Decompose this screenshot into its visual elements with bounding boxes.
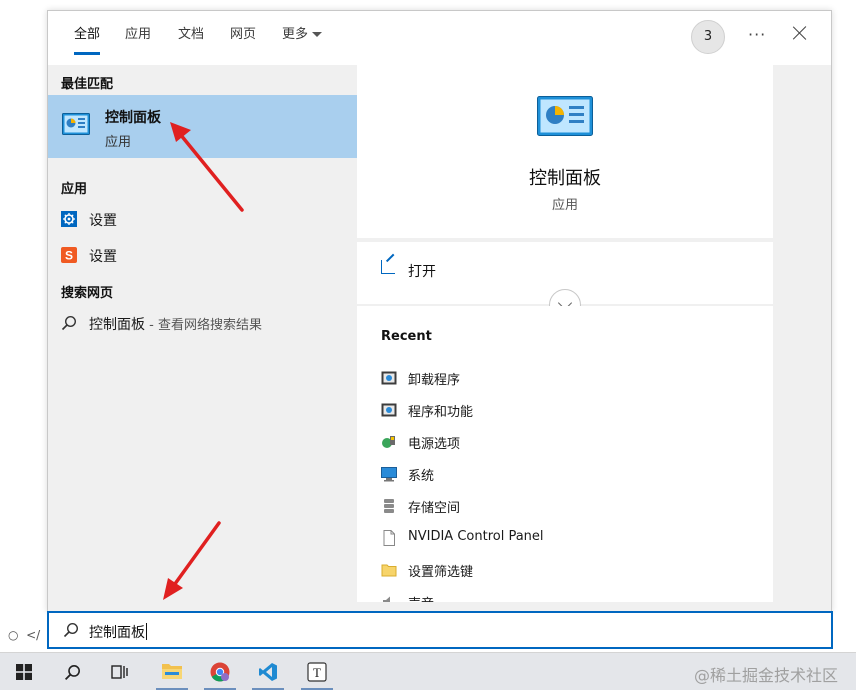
recent-item[interactable]: 卸载程序 — [381, 364, 761, 394]
gear-icon — [61, 211, 77, 227]
vscode-icon — [259, 663, 277, 681]
background-glyphs: ○ </ — [8, 628, 41, 642]
recent-item[interactable]: 存储空间 — [381, 492, 761, 522]
desktop-background — [0, 0, 48, 652]
rewards-badge[interactable]: 3 — [691, 20, 725, 54]
recent-item-label: 设置筛选键 — [408, 565, 474, 580]
text-caret — [146, 623, 147, 640]
web-result[interactable]: 控制面板 - 查看网络搜索结果 — [48, 306, 393, 340]
search-icon — [61, 315, 77, 331]
document-icon — [383, 530, 395, 546]
recent-section: Recent 卸载程序 程序和功能 电源选项 系统 存储空间 NVIDIA Co… — [357, 306, 773, 602]
power-options-icon — [382, 436, 395, 448]
chevron-down-icon — [312, 32, 323, 37]
results-list: 最佳匹配 控制面板 应用 应用 设置 S 设置 搜索网页 控制面板 - 查看网络… — [48, 65, 393, 613]
recent-item[interactable]: NVIDIA Control Panel — [381, 524, 761, 554]
tab-more-label: 更多 — [282, 27, 309, 42]
programs-icon — [381, 403, 397, 417]
recent-item-label: 电源选项 — [408, 437, 461, 452]
recent-item-label: 系统 — [408, 469, 435, 484]
tab-apps[interactable]: 应用 — [125, 11, 151, 65]
start-button[interactable] — [0, 653, 48, 690]
svg-text:T: T — [313, 665, 321, 680]
tab-all[interactable]: 全部 — [74, 11, 101, 65]
preview-subtitle: 应用 — [551, 198, 578, 213]
open-label: 打开 — [408, 264, 436, 280]
control-panel-icon — [537, 96, 593, 136]
recent-item[interactable]: 电源选项 — [381, 428, 761, 458]
folder-icon — [381, 564, 397, 577]
app-result-settings[interactable]: 设置 — [48, 202, 393, 236]
web-result-suffix: - 查看网络搜索结果 — [145, 318, 262, 333]
best-match-item[interactable]: 控制面板 应用 — [48, 95, 393, 158]
more-options-button[interactable]: ··· — [748, 25, 766, 44]
web-result-label: 控制面板 - 查看网络搜索结果 — [89, 314, 262, 334]
svg-text:S: S — [65, 249, 73, 263]
recent-item-label: 程序和功能 — [408, 405, 474, 420]
web-result-query: 控制面板 — [89, 317, 145, 333]
close-icon[interactable] — [792, 25, 808, 41]
typora-icon: T — [307, 662, 327, 682]
watermark: @稀土掘金技术社区 — [693, 666, 838, 685]
speaker-icon — [383, 596, 390, 602]
file-explorer-icon — [162, 664, 182, 679]
recent-item[interactable]: 系统 — [381, 460, 761, 490]
open-icon — [381, 260, 395, 274]
tab-web[interactable]: 网页 — [230, 11, 256, 65]
preview-header: 控制面板 应用 — [357, 64, 773, 238]
s-app-icon: S — [61, 247, 77, 263]
taskbar-file-explorer[interactable] — [148, 653, 196, 690]
taskbar-typora[interactable]: T — [293, 653, 341, 690]
recent-item-label: NVIDIA Control Panel — [408, 529, 544, 544]
best-match-heading: 最佳匹配 — [61, 77, 114, 92]
recent-item-label: 存储空间 — [408, 501, 461, 516]
taskbar-chrome[interactable] — [196, 653, 244, 690]
task-view-button[interactable] — [96, 653, 144, 690]
search-input[interactable]: 控制面板 — [47, 611, 833, 649]
best-match-subtitle: 应用 — [105, 135, 132, 150]
tab-documents[interactable]: 文档 — [178, 11, 204, 65]
preview-title: 控制面板 — [529, 168, 601, 189]
taskbar-search-button[interactable] — [48, 653, 96, 690]
recent-heading: Recent — [381, 329, 432, 344]
taskbar: T @稀土掘金技术社区 — [0, 652, 856, 690]
windows-start-icon — [16, 664, 32, 680]
recent-item-label: 卸载程序 — [408, 373, 461, 388]
web-heading: 搜索网页 — [61, 286, 114, 301]
recent-item[interactable]: 设置筛选键 — [381, 556, 761, 586]
task-view-icon — [111, 665, 128, 679]
search-tabs-bar: 全部 应用 文档 网页 更多 3 ··· — [48, 11, 831, 65]
search-icon — [64, 665, 80, 681]
programs-icon — [381, 371, 397, 385]
search-query-text: 控制面板 — [89, 625, 145, 641]
recent-item[interactable]: 程序和功能 — [381, 396, 761, 426]
monitor-icon — [381, 467, 397, 482]
taskbar-vscode[interactable] — [244, 653, 292, 690]
search-input-value[interactable]: 控制面板 — [89, 622, 147, 642]
storage-icon — [384, 499, 394, 513]
control-panel-icon — [62, 113, 90, 135]
tab-more[interactable]: 更多 — [282, 11, 323, 65]
recent-item-label: 声音 — [408, 593, 434, 602]
best-match-title: 控制面板 — [105, 110, 161, 126]
apps-heading: 应用 — [61, 182, 88, 197]
chrome-icon — [210, 662, 230, 682]
app-result-label: 设置 — [89, 213, 117, 229]
recent-item[interactable]: 声音 — [381, 588, 761, 602]
app-result-label: 设置 — [89, 249, 117, 265]
search-icon — [63, 622, 79, 638]
app-result-settings-2[interactable]: S 设置 — [48, 238, 393, 272]
